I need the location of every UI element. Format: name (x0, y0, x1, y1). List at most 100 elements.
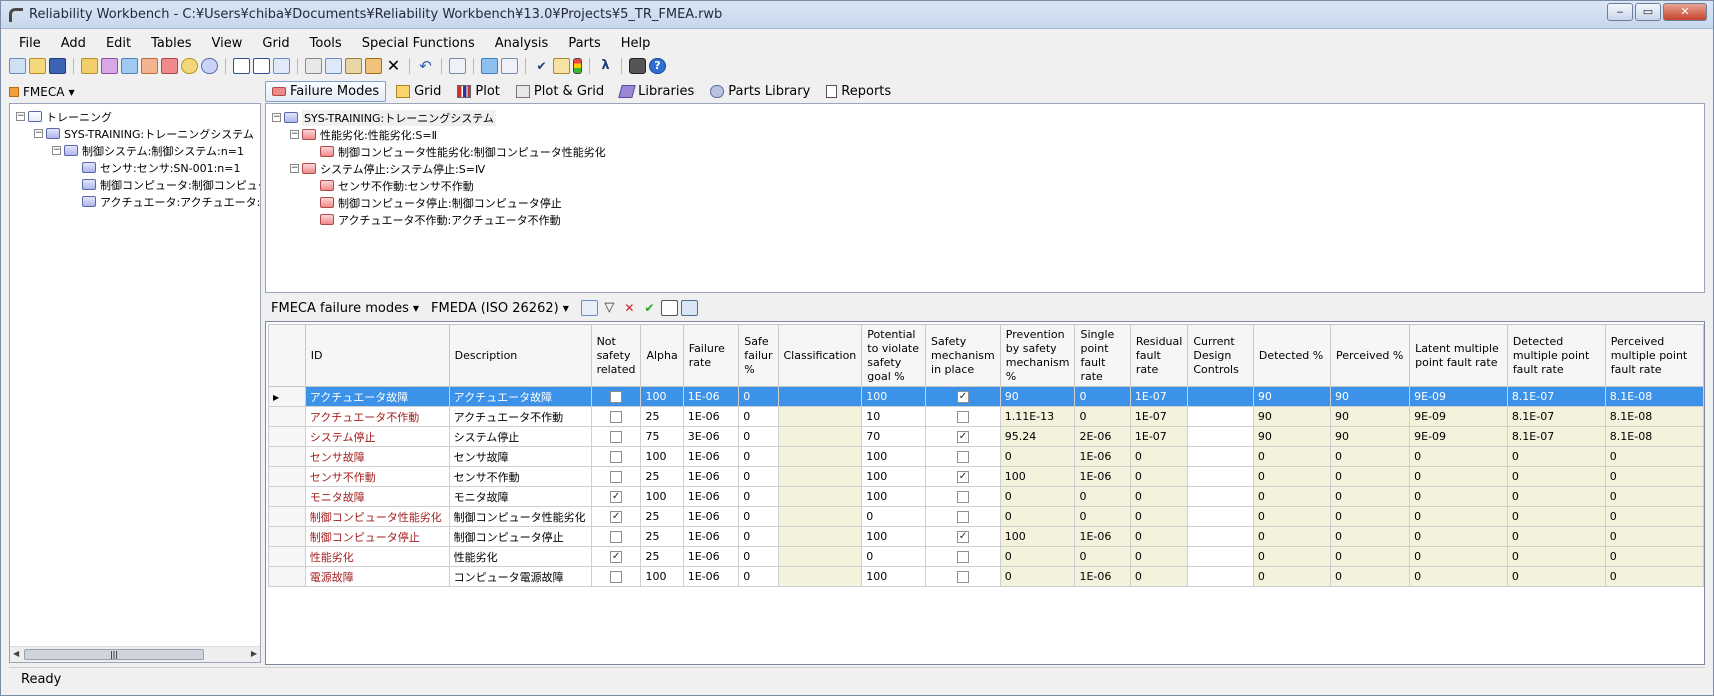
cell-latent-rate[interactable]: 0 (1409, 526, 1508, 547)
table-row[interactable]: 制御コンピュータ停止 制御コンピュータ停止 25 1E-06 0 100 ✓ 100 1E-06… (268, 526, 1705, 547)
table-row[interactable]: 性能劣化 性能劣化 ✓ 25 1E-06 0 0 0 0 0 0 0 0 0 0 (268, 546, 1705, 567)
cell-alpha[interactable]: 100 (640, 566, 684, 587)
row-selector[interactable] (268, 446, 306, 467)
cell-prevention[interactable]: 0 (999, 486, 1076, 507)
menu-parts[interactable]: Parts (558, 36, 610, 51)
analysis-selector[interactable]: FMECA ▼ (9, 81, 261, 103)
collapse-icon[interactable]: − (272, 113, 281, 122)
cell-id[interactable]: センサ不作動 (304, 466, 450, 487)
cell-latent-rate[interactable]: 0 (1409, 566, 1508, 587)
checkbox[interactable]: ✓ (610, 551, 623, 563)
tree-node[interactable]: − 制御システム:制御システム:n=1 (52, 142, 244, 159)
close-button[interactable]: ✕ (1663, 3, 1707, 21)
column-header-detected-mpf[interactable]: Detected multiple point fault rate (1506, 324, 1606, 387)
cell-id[interactable]: アクチュエータ故障 (304, 386, 450, 407)
cell-id[interactable]: システム停止 (304, 426, 450, 447)
column-header-potential-violate[interactable]: Potential to violate safety goal % (861, 324, 927, 387)
column-header-perceived[interactable]: Perceived % (1329, 324, 1411, 387)
checkbox[interactable] (956, 571, 969, 583)
scroll-left-icon[interactable]: ◀ (13, 649, 19, 658)
cell-classification[interactable] (777, 466, 863, 487)
cell-single-point-rate[interactable]: 1E-06 (1074, 526, 1131, 547)
checkbox[interactable] (956, 451, 969, 463)
cell-single-point-rate[interactable]: 2E-06 (1074, 426, 1131, 447)
paragraph-icon[interactable] (253, 58, 270, 74)
cell-perceived[interactable]: 90 (1329, 426, 1411, 447)
cell-perceived[interactable]: 0 (1329, 486, 1411, 507)
cell-failure-rate[interactable]: 1E-06 (682, 486, 740, 507)
column-header-id[interactable]: ID (304, 324, 450, 387)
cell-not-safety-related[interactable] (590, 446, 642, 467)
checkbox[interactable] (610, 531, 623, 543)
cell-potential-violate[interactable]: 100 (861, 386, 927, 407)
cell-latent-rate[interactable]: 0 (1409, 546, 1508, 567)
menu-tools[interactable]: Tools (300, 36, 352, 51)
add-folder-icon[interactable] (81, 58, 98, 74)
cell-single-point-rate[interactable]: 1E-06 (1074, 566, 1131, 587)
add-failure-mode-icon[interactable] (161, 58, 178, 74)
save-icon[interactable] (49, 58, 66, 74)
cell-safe-failure[interactable]: 0 (738, 406, 779, 427)
cell-perceived-mpf-rate[interactable]: 0 (1604, 526, 1705, 547)
table-row[interactable]: センサ不作動 センサ不作動 25 1E-06 0 100 ✓ 100 1E-06 0 0 0 0 0 0 (268, 466, 1705, 487)
table-row[interactable]: システム停止 システム停止 75 3E-06 0 70 ✓ 95.24 2E-06 1E-07 90… (268, 426, 1705, 447)
row-selector[interactable] (268, 406, 306, 427)
cell-classification[interactable] (777, 526, 863, 547)
checkbox[interactable]: ✓ (956, 431, 969, 443)
cell-design-controls[interactable] (1187, 466, 1254, 487)
table-row[interactable]: ▶ アクチュエータ故障 アクチュエータ故障 100 1E-06 0 100 ✓ 90 0 1E-07… (268, 386, 1705, 407)
cell-classification[interactable] (777, 386, 863, 407)
horizontal-scrollbar[interactable]: ◀ ||| ▶ (10, 646, 260, 662)
row-selector[interactable] (268, 486, 306, 507)
add-system-icon[interactable] (121, 58, 138, 74)
cell-safety-mechanism[interactable] (925, 406, 1001, 427)
cell-safety-mechanism[interactable]: ✓ (925, 526, 1001, 547)
cell-id[interactable]: 電源故障 (304, 566, 450, 587)
cell-alpha[interactable]: 100 (640, 486, 684, 507)
cell-safety-mechanism[interactable] (925, 446, 1001, 467)
cell-detected[interactable]: 0 (1252, 526, 1331, 547)
cell-prevention[interactable]: 0 (999, 546, 1076, 567)
cell-prevention[interactable]: 90 (999, 386, 1076, 407)
column-header-not-safety-related[interactable]: Not safety related (590, 324, 642, 387)
checkbox[interactable]: ✓ (610, 511, 623, 523)
cell-detected[interactable]: 90 (1252, 386, 1331, 407)
cell-failure-rate[interactable]: 1E-06 (682, 566, 740, 587)
cell-id[interactable]: 性能劣化 (304, 546, 450, 567)
cell-detected-mpf-rate[interactable]: 8.1E-07 (1506, 386, 1606, 407)
lambda-icon[interactable]: λ (597, 58, 614, 74)
cell-alpha[interactable]: 25 (640, 506, 684, 527)
cell-design-controls[interactable] (1187, 526, 1254, 547)
cell-alpha[interactable]: 100 (640, 386, 684, 407)
cell-perceived-mpf-rate[interactable]: 8.1E-08 (1604, 406, 1705, 427)
cell-safe-failure[interactable]: 0 (738, 446, 779, 467)
cell-detected-mpf-rate[interactable]: 0 (1506, 506, 1606, 527)
cell-not-safety-related[interactable] (590, 406, 642, 427)
row-selector[interactable] (268, 526, 306, 547)
cell-id[interactable]: アクチュエータ不作動 (304, 406, 450, 427)
cell-residual-rate[interactable]: 0 (1129, 546, 1189, 567)
cell-failure-rate[interactable]: 1E-06 (682, 546, 740, 567)
collapse-icon[interactable]: − (290, 164, 299, 173)
export-icon[interactable] (501, 58, 518, 74)
cell-residual-rate[interactable]: 0 (1129, 466, 1189, 487)
cell-not-safety-related[interactable]: ✓ (590, 546, 642, 567)
cell-safety-mechanism[interactable]: ✓ (925, 466, 1001, 487)
cell-residual-rate[interactable]: 0 (1129, 506, 1189, 527)
cell-failure-rate[interactable]: 1E-06 (682, 506, 740, 527)
tree-node[interactable]: − トレーニング (16, 108, 112, 125)
menu-analysis[interactable]: Analysis (485, 36, 559, 51)
cell-detected-mpf-rate[interactable]: 8.1E-07 (1506, 406, 1606, 427)
cell-potential-violate[interactable]: 0 (861, 546, 927, 567)
cell-detected-mpf-rate[interactable]: 8.1E-07 (1506, 426, 1606, 447)
cell-latent-rate[interactable]: 0 (1409, 466, 1508, 487)
cell-design-controls[interactable] (1187, 486, 1254, 507)
cell-description[interactable]: センサ不作動 (448, 466, 592, 487)
cell-safety-mechanism[interactable]: ✓ (925, 426, 1001, 447)
cell-potential-violate[interactable]: 70 (861, 426, 927, 447)
cell-not-safety-related[interactable] (590, 526, 642, 547)
cell-classification[interactable] (777, 446, 863, 467)
cell-latent-rate[interactable]: 0 (1409, 506, 1508, 527)
checkbox[interactable]: ✓ (956, 391, 969, 403)
cell-safety-mechanism[interactable]: ✓ (925, 386, 1001, 407)
